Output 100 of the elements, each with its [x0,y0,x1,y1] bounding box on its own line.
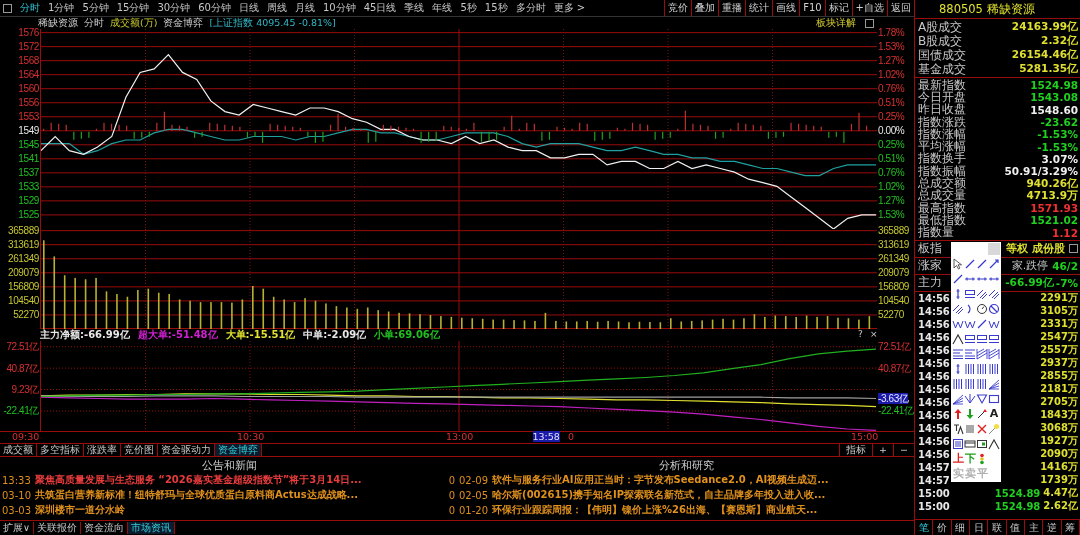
percent-axis-label: 1.02% [878,181,905,193]
news-date: 13:33 [2,474,31,486]
stat-value: 2.32亿 [1041,34,1078,48]
indicator-name: 资金博弈 [163,16,204,30]
news-date: 02-09 [459,474,489,486]
time-axis-label: 0 [567,431,574,442]
stat-label: 今日开盘 [918,89,966,104]
tick-volume: 2557万 [1040,343,1078,358]
tick-volume: 1416万 [1040,460,1078,475]
tick-volume: 2181万 [1040,382,1078,397]
stat-label: 最新指数 [918,76,966,92]
percent-axis-label: 0.25% [878,111,905,123]
tick-volume: 1927万 [1040,434,1078,449]
flow-legend-item: 小单:69.06亿 [374,328,440,342]
stat-value: 1.12 [1052,226,1078,239]
price-axis-label: 1545 [18,139,39,151]
stat-value: 5281.35亿 [1019,62,1078,76]
news-count: 0 [448,474,456,486]
news-count: 0 [448,489,456,501]
volume-axis-label: 209079 [8,267,39,279]
news-date: 03-03 [2,504,32,516]
tick-time: 14:56 [918,305,950,317]
flow-legend-item: 大单:-15.51亿 [225,328,296,342]
stat-label: 平均涨幅 [918,139,966,154]
stat-label: 基金成交 [918,61,966,78]
volume-axis-label: 156809 [8,281,39,293]
tick-volume: 2547万 [1040,330,1078,345]
volume-axis-label: 313619 [8,239,39,251]
stat-value: -23.62 [1040,116,1078,129]
stat-label: B股成交 [918,33,963,49]
volume-axis-label: 104540 [878,295,909,307]
price-axis-label: 1572 [18,41,39,53]
volume-axis-label: 365889 [8,225,39,237]
price-axis-label: 1537 [18,167,39,179]
volume-axis-label: 156809 [878,281,909,293]
stat-value: 24163.99亿 [1011,20,1078,34]
tick-time: 15:00 [918,500,950,512]
tick-volume: 1843万 [1040,408,1078,423]
price-axis-label: 1564 [18,69,39,81]
percent-axis-label: 0.51% [878,153,905,165]
quote-title: 880505 稀缺资源 [915,0,1080,19]
stat-value: -1.53% [1037,128,1078,141]
price-axis-label: 1560 [18,83,39,95]
stat-value: 1548.60 [1030,103,1078,116]
percent-axis-label: 1.78% [878,27,905,39]
tick-volume: 2291万 [1040,291,1078,306]
percent-axis-label: 1.27% [878,55,905,67]
news-count: 0 [448,504,456,516]
tick-volume: 3105万 [1040,304,1078,319]
stat-value: -7% [1055,276,1078,289]
percent-axis-label: 1.02% [878,69,905,81]
price-axis-label: 1525 [18,209,39,221]
news-date: 03-10 [2,489,32,501]
time-axis-label: 13:00 [446,431,474,442]
price-axis-label: 1541 [18,153,39,165]
volume-axis-label: 52270 [878,309,904,321]
tick-price: 1524.98 [994,500,1041,512]
percent-axis-label: 1.53% [878,209,905,221]
row-label: 板指 [918,240,942,258]
price-axis-label: 1533 [18,181,39,193]
tick-time: 14:56 [918,435,950,447]
stat-label: 指数量 [918,225,954,242]
cursor-time-label: 13:58 [532,431,560,442]
price-axis-label: 1549 [18,125,39,137]
stat-value: 940.26亿 [1026,176,1078,190]
tick-time: 14:57 [918,474,950,486]
volume-axis-label: 104540 [8,295,39,307]
price-axis-label: 1556 [18,97,39,109]
tick-time: 14:57 [918,461,950,473]
tick-volume: 2090万 [1040,447,1078,462]
stat-value: 1524.98 [1030,79,1078,92]
volume-axis-label: 365889 [878,225,909,237]
volume-axis-label: 261349 [8,253,39,265]
row-label: 涨家 [918,257,942,275]
stat-value: 26154.46亿 [1011,48,1078,62]
stat-label: 最高指数 [918,200,966,215]
percent-axis-label: 0.25% [878,139,905,151]
tick-volume: 2705万 [1040,395,1078,410]
tick-time: 14:56 [918,331,950,343]
tick-time: 14:56 [918,448,950,460]
stat-value: 50.91/3.29% [1004,165,1078,178]
chart-mode: 分时 [84,16,104,30]
stat-label: A股成交 [918,18,963,35]
stat-label: 国债成交 [918,47,966,63]
time-axis-label: 09:30 [12,431,40,442]
tick-time: 14:56 [918,383,950,395]
price-axis-label: 1568 [18,55,39,67]
percent-axis-label: 1.27% [878,195,905,207]
sector-name: 稀缺资源 [38,16,78,28]
volume-axis-label: 261349 [878,253,909,265]
tick-volume: 2.62亿 [1043,499,1078,514]
volume-axis-label: 209079 [878,267,909,279]
tick-time: 14:56 [918,370,950,382]
tick-price: 1524.89 [994,487,1041,499]
tick-time: 14:56 [918,396,950,408]
flow-legend-item: 超大单:-51.48亿 [137,328,218,342]
stat-value: -66.99亿 [1005,275,1054,290]
flow-axis-label: -22.41亿 [3,405,39,417]
stat-value: 1521.02 [1030,214,1078,227]
volume-axis-label: 52270 [13,309,39,321]
